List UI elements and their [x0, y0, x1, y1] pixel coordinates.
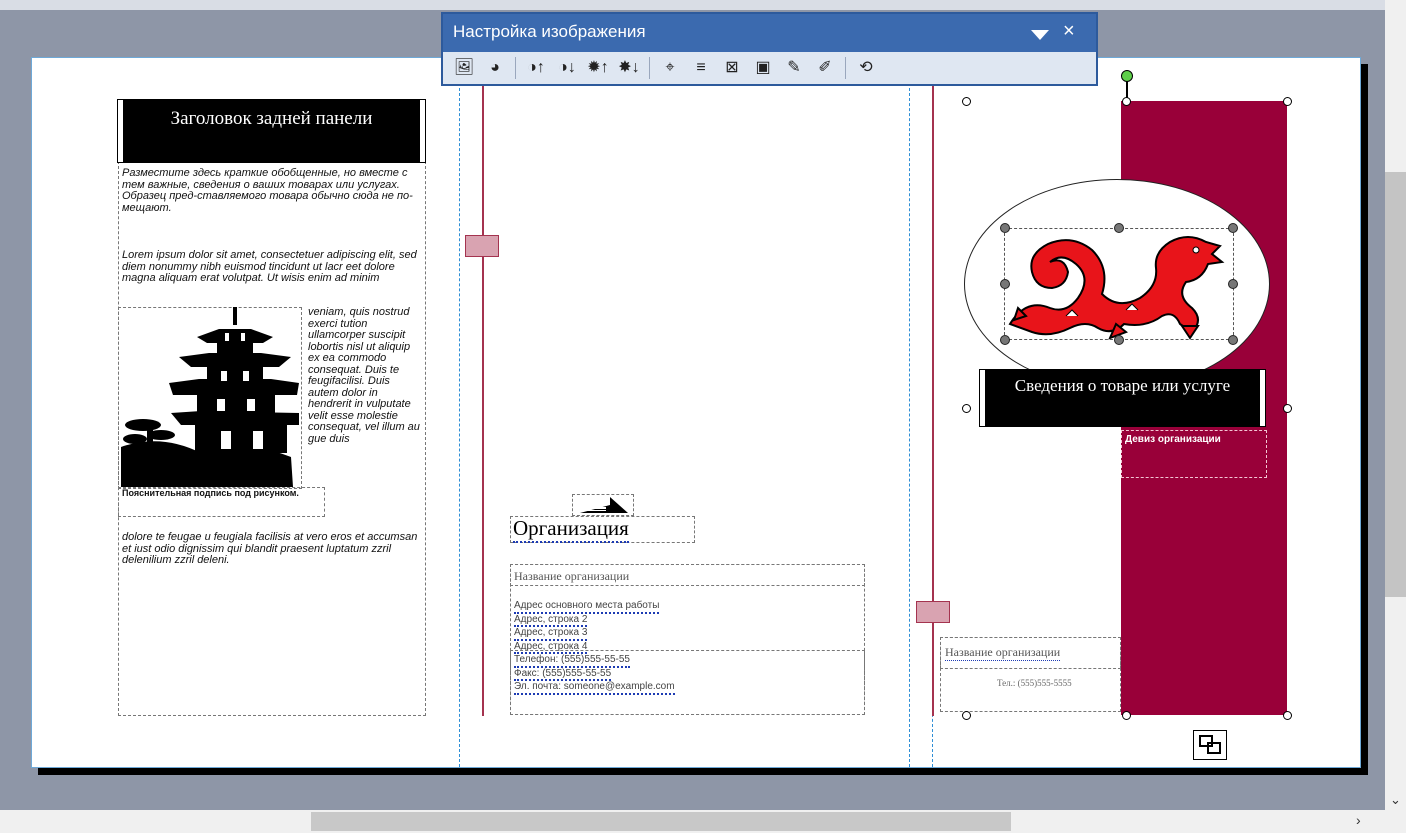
org-label: Организация	[513, 516, 629, 543]
more-brightness-icon[interactable]: ✹↑	[585, 55, 611, 81]
image-resize-handle[interactable]	[1114, 223, 1124, 233]
image-resize-handle[interactable]	[1228, 279, 1238, 289]
compress-icon[interactable]: ⊠	[719, 55, 745, 81]
image-resize-handle[interactable]	[1000, 279, 1010, 289]
picture-toolbar[interactable]: Настройка изображения × 🖼 ◕ ◑↑ ◑↓ ✹↑ ✸↓ …	[441, 12, 1098, 86]
contact-line: Факс: (555)555-55-55	[514, 668, 612, 681]
address-line: Адрес, строка 3	[514, 627, 588, 641]
ungroup-button[interactable]	[1193, 730, 1227, 760]
insert-picture-icon[interactable]: 🖼	[451, 55, 477, 81]
scroll-down-icon[interactable]: ⌄	[1390, 792, 1401, 808]
scroll-right-icon[interactable]: ›	[1356, 812, 1361, 828]
toolbar-separator	[515, 57, 516, 79]
back-panel-intro: Разместите здесь краткие обобщенные, но …	[122, 167, 413, 214]
pagoda-image[interactable]	[121, 307, 299, 487]
group-resize-handle[interactable]	[1283, 404, 1292, 413]
address-block: Адрес основного места работы Адрес, стро…	[514, 600, 660, 654]
image-resize-handle[interactable]	[1228, 223, 1238, 233]
fold-handle[interactable]	[465, 235, 499, 257]
product-heading[interactable]: Сведения о товаре или услуге	[979, 369, 1266, 427]
image-resize-handle[interactable]	[1000, 335, 1010, 345]
contact-block: Телефон: (555)555-55-55 Факс: (555)555-5…	[514, 654, 675, 695]
toolbar-separator	[649, 57, 650, 79]
crop-icon[interactable]: ⌖	[657, 55, 683, 81]
group-resize-handle[interactable]	[962, 404, 971, 413]
image-resize-handle[interactable]	[1000, 223, 1010, 233]
group-resize-handle[interactable]	[1122, 97, 1131, 106]
image-resize-handle[interactable]	[1228, 335, 1238, 345]
lorem-wrap: veniam, quis nostrud exerci tution ullam…	[308, 306, 420, 445]
group-resize-handle[interactable]	[962, 97, 971, 106]
toolbar-close-icon[interactable]: ×	[1063, 21, 1075, 41]
color-icon[interactable]: ◕	[482, 55, 508, 81]
image-resize-handle[interactable]	[1114, 335, 1124, 345]
group-resize-handle[interactable]	[962, 711, 971, 720]
toolbar-separator	[845, 57, 846, 79]
horizontal-scroll-thumb[interactable]	[311, 812, 1011, 831]
group-resize-handle[interactable]	[1283, 97, 1292, 106]
column-guide	[459, 58, 460, 767]
back-panel-heading[interactable]: Заголовок задней панели	[117, 99, 426, 163]
toolbar-title: Настройка изображения	[453, 22, 646, 41]
address-line: Адрес основного места работы	[514, 600, 660, 614]
vertical-scroll-thumb[interactable]	[1385, 172, 1406, 597]
toolbar-buttons: 🖼 ◕ ◑↑ ◑↓ ✹↑ ✸↓ ⌖ ≡ ⊠ ▣ ✎ ✐ ⟲	[451, 54, 879, 82]
group-resize-handle[interactable]	[1283, 711, 1292, 720]
line-style-icon[interactable]: ≡	[688, 55, 714, 81]
top-border	[0, 0, 1385, 10]
format-picture-icon[interactable]: ✎	[781, 55, 807, 81]
dragon-image[interactable]	[1006, 228, 1232, 340]
ungroup-icon	[1199, 735, 1221, 754]
group-resize-handle[interactable]	[1122, 711, 1131, 720]
rotate-handle[interactable]	[1121, 70, 1133, 82]
toolbar-options-dropdown-icon[interactable]	[1031, 30, 1049, 40]
lorem-top: Lorem ipsum dolor sit amet, consectetuer…	[122, 249, 417, 284]
address-line: Адрес, строка 2	[514, 614, 588, 627]
picture-caption: Пояснительная подпись под рисунком.	[122, 488, 299, 498]
lorem-bottom: dolore te feugae u feugiala facilisis at…	[122, 531, 418, 566]
fold-line	[482, 84, 484, 716]
contact-line: Телефон: (555)555-55-55	[514, 654, 630, 668]
fold-handle[interactable]	[916, 601, 950, 623]
contact-line: Эл. почта: someone@example.com	[514, 681, 675, 695]
logo-icon[interactable]	[580, 495, 630, 515]
reset-picture-icon[interactable]: ⟲	[853, 55, 879, 81]
org-motto: Девиз организации	[1125, 434, 1221, 445]
org-name: Название организации	[514, 569, 630, 583]
toolbar-title-bar[interactable]: Настройка изображения ×	[443, 14, 1096, 52]
text-wrapping-icon[interactable]: ▣	[750, 55, 776, 81]
less-brightness-icon[interactable]: ✸↓	[616, 55, 642, 81]
front-org-phone: Тел.: (555)555-5555	[997, 678, 1072, 688]
more-contrast-icon[interactable]: ◑↑	[523, 55, 549, 81]
set-transparent-icon[interactable]: ✐	[812, 55, 838, 81]
less-contrast-icon[interactable]: ◑↓	[554, 55, 580, 81]
column-guide	[909, 58, 910, 767]
front-org-name: Название организации	[945, 645, 1061, 661]
